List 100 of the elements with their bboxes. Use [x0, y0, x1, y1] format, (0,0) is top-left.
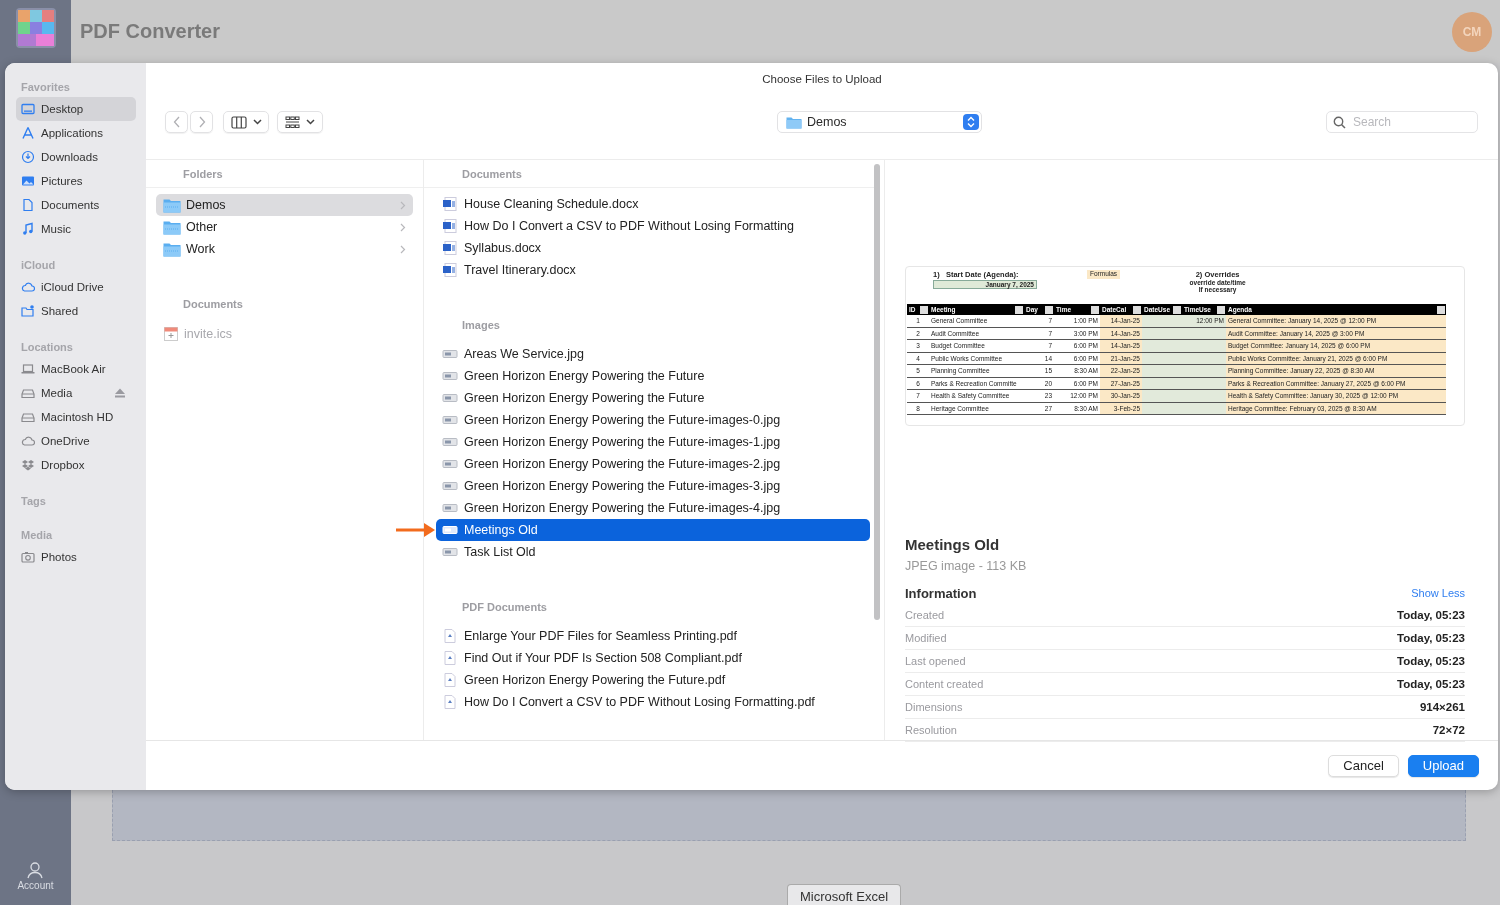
upload-button[interactable]: Upload	[1407, 754, 1479, 777]
word-document-icon	[442, 262, 458, 278]
file-item[interactable]: Green Horizon Energy Powering the Future-images-4.jpg	[436, 497, 870, 519]
file-item[interactable]: Green Horizon Energy Powering the Future	[436, 365, 870, 387]
chevron-right-icon	[400, 244, 406, 254]
sidebar-item[interactable]: Pictures	[16, 169, 136, 193]
file-item[interactable]: Travel Itinerary.docx	[436, 259, 870, 281]
preview-name: Meetings Old	[905, 536, 1001, 553]
column-view-button[interactable]	[223, 111, 269, 133]
file-item[interactable]: Syllabus.docx	[436, 237, 870, 259]
sidebar-item[interactable]: Media	[16, 381, 136, 405]
back-button[interactable]	[165, 111, 188, 133]
info-heading: Information	[905, 585, 977, 601]
sheet-cell	[1142, 315, 1182, 328]
camera-icon	[21, 550, 35, 564]
column-heading: Documents	[182, 297, 244, 312]
file-item[interactable]: Green Horizon Energy Powering the Future-images-0.jpg	[436, 409, 870, 431]
sidebar-item[interactable]: Macintosh HD	[16, 405, 136, 429]
drive-icon	[21, 410, 35, 424]
info-label: Created	[905, 609, 945, 621]
sidebar-item[interactable]: Downloads	[16, 145, 136, 169]
word-document-icon	[442, 218, 458, 234]
info-value: 72×72	[1432, 724, 1465, 736]
folder-item[interactable]: Other	[156, 216, 413, 238]
forward-button[interactable]	[190, 111, 213, 133]
cancel-button[interactable]: Cancel	[1328, 754, 1399, 777]
laptop-icon	[21, 362, 35, 376]
sheet-cell	[1142, 390, 1182, 403]
eject-icon[interactable]	[114, 388, 126, 398]
pointer-arrow-icon	[396, 523, 436, 537]
file-item[interactable]: Green Horizon Energy Powering the Future.pdf	[436, 669, 870, 691]
folder-icon	[163, 197, 181, 213]
sidebar-item[interactable]: OneDrive	[16, 429, 136, 453]
back-icon	[172, 116, 181, 128]
show-less-link[interactable]: Show Less	[1411, 587, 1465, 599]
sheet-cell	[1142, 365, 1182, 378]
search-field[interactable]: Search	[1326, 111, 1478, 133]
app-logo-icon	[15, 8, 56, 48]
sidebar-item[interactable]: Applications	[16, 121, 136, 145]
sidebar-item[interactable]: Documents	[16, 193, 136, 217]
info-value: Today, 05:23	[1397, 678, 1465, 690]
grid-icon	[285, 115, 300, 129]
location-popup[interactable]: Demos	[777, 111, 982, 133]
column-heading: PDF Documents	[461, 600, 548, 615]
file-item[interactable]: Green Horizon Energy Powering the Future-images-1.jpg	[436, 431, 870, 453]
info-value: Today, 05:23	[1397, 609, 1465, 621]
word-document-icon	[442, 196, 458, 212]
download-icon	[21, 150, 35, 164]
file-item[interactable]: Green Horizon Energy Powering the Future-images-3.jpg	[436, 475, 870, 497]
sidebar-item[interactable]: MacBook Air	[16, 357, 136, 381]
sidebar-heading: Tags	[21, 495, 47, 509]
group-button[interactable]	[277, 111, 323, 133]
info-value: Today, 05:23	[1397, 632, 1465, 644]
storage-cloud-icon	[21, 434, 35, 448]
file-item[interactable]: House Cleaning Schedule.docx	[436, 193, 870, 215]
sidebar-item[interactable]: iCloud Drive	[16, 275, 136, 299]
sheet-cell	[1182, 340, 1226, 353]
file-item[interactable]: Green Horizon Energy Powering the Future	[436, 387, 870, 409]
apps-icon	[21, 126, 35, 140]
dialog-title: Choose Files to Upload	[761, 72, 883, 87]
info-value: 914×261	[1419, 701, 1465, 713]
folder-item[interactable]: Work	[156, 238, 413, 260]
sidebar-item[interactable]: Photos	[16, 545, 136, 569]
pdf-document-icon	[442, 650, 458, 666]
sheet-cell	[1142, 340, 1182, 353]
bottom-tab[interactable]: Microsoft Excel	[786, 884, 902, 905]
info-value: Today, 05:23	[1397, 655, 1465, 667]
forward-icon	[197, 116, 206, 128]
sidebar-item[interactable]: Dropbox	[16, 453, 136, 477]
drop-zone[interactable]	[112, 790, 1466, 841]
info-label: Dimensions	[905, 701, 963, 713]
column-heading: Folders	[146, 160, 423, 188]
file-item[interactable]: Meetings Old	[436, 519, 870, 541]
info-label: Modified	[905, 632, 947, 644]
sidebar-heading: Media	[21, 529, 54, 543]
columns-icon	[230, 115, 247, 129]
info-label: Content created	[905, 678, 984, 690]
column-heading: Images	[461, 318, 501, 333]
file-item[interactable]: How Do I Convert a CSV to PDF Without Losing Formatting.pdf	[436, 691, 870, 713]
app-title: PDF Converter	[80, 20, 221, 43]
sidebar-heading: Favorites	[21, 81, 71, 95]
account-icon[interactable]	[26, 861, 45, 879]
account-label[interactable]: Account	[17, 880, 54, 891]
dropbox-icon	[21, 458, 35, 472]
file-item[interactable]: Find Out if Your PDF Is Section 508 Compliant.pdf	[436, 647, 870, 669]
file-item[interactable]: Enlarge Your PDF Files for Seamless Printing.pdf	[436, 625, 870, 647]
file-item[interactable]: How Do I Convert a CSV to PDF Without Losing Formatting	[436, 215, 870, 237]
preview-subtitle: JPEG image - 113 KB	[905, 559, 1028, 573]
pdf-document-icon	[442, 694, 458, 710]
sidebar-item[interactable]: Desktop	[16, 97, 136, 121]
sidebar-item[interactable]: Shared	[16, 299, 136, 323]
stepper-icon	[963, 114, 979, 130]
file-item[interactable]: Areas We Service.jpg	[436, 343, 870, 365]
folder-icon	[163, 219, 181, 235]
file-item[interactable]: Task List Old	[436, 541, 870, 563]
file-item[interactable]: Green Horizon Energy Powering the Future-images-2.jpg	[436, 453, 870, 475]
folder-item[interactable]: Demos	[156, 194, 413, 216]
pictures-icon	[21, 174, 35, 188]
chevron-right-icon	[400, 200, 406, 210]
sidebar-item[interactable]: Music	[16, 217, 136, 241]
